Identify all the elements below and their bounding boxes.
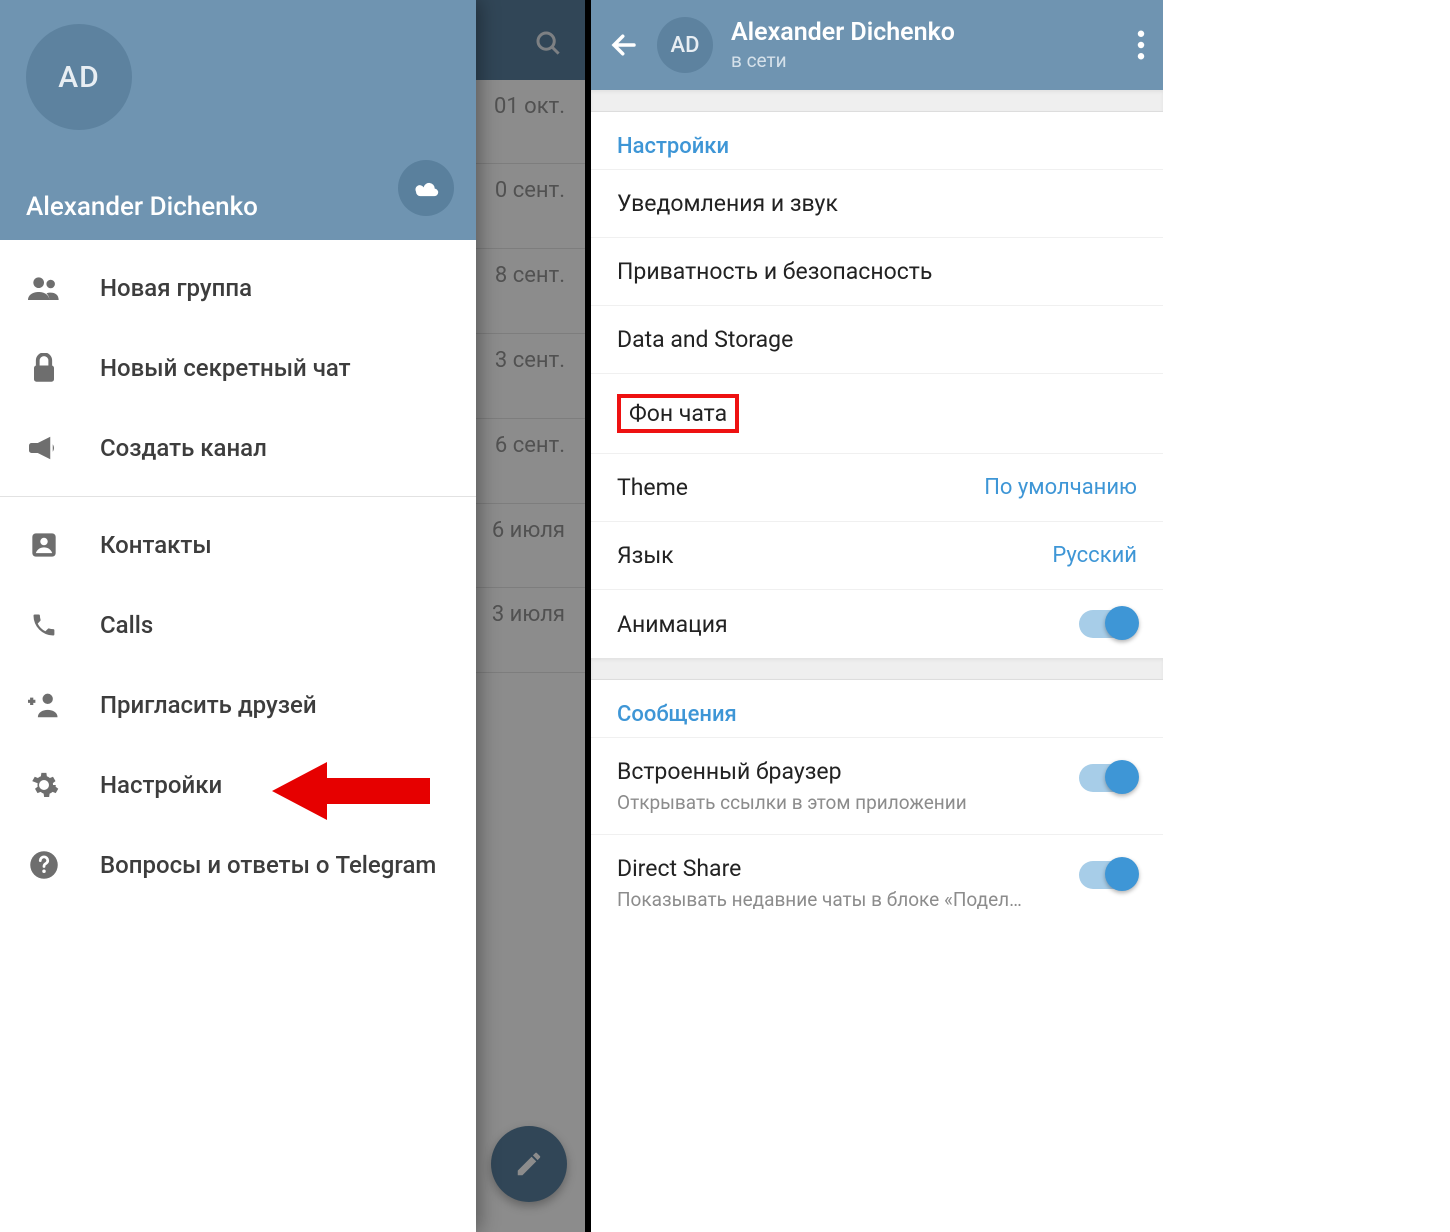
menu-label: Создать канал [100,434,267,462]
row-label: Язык [617,542,674,569]
row-subtext: Открывать ссылки в этом приложении [617,791,1063,814]
annotation-highlight: Фон чата [617,394,739,433]
gear-icon [28,770,60,800]
header-title: Alexander Dichenko [731,18,1119,47]
row-internal-browser[interactable]: Встроенный браузер Открывать ссылки в эт… [591,737,1163,834]
row-animation[interactable]: Анимация [591,589,1163,658]
row-label: Приватность и безопасность [617,258,932,285]
drawer-menu: Новая группа Новый секретный чат Создать… [0,240,476,1232]
section-title: Настройки [591,112,1163,169]
more-menu-button[interactable] [1137,30,1145,60]
menu-new-secret-chat[interactable]: Новый секретный чат [0,328,476,408]
row-value: По умолчанию [984,475,1137,500]
section-gap [591,90,1163,112]
row-data-storage[interactable]: Data and Storage [591,305,1163,373]
megaphone-icon [28,435,60,461]
menu-label: Контакты [100,531,212,559]
help-icon [28,850,60,880]
saved-messages-button[interactable] [398,160,454,216]
menu-contacts[interactable]: Контакты [0,505,476,585]
menu-settings[interactable]: Настройки [0,745,476,825]
row-notifications[interactable]: Уведомления и звук [591,169,1163,237]
avatar[interactable]: AD [26,24,132,130]
add-person-icon [28,692,60,718]
row-direct-share[interactable]: Direct Share Показывать недавние чаты в … [591,834,1163,931]
phone-icon [28,611,60,639]
toggle-switch[interactable] [1079,861,1137,889]
settings-header: AD Alexander Dichenko в сети [591,0,1163,90]
row-chat-background[interactable]: Фон чата [591,373,1163,453]
section-gap [591,658,1163,680]
menu-label: Вопросы и ответы о Telegram [100,851,436,879]
row-label: Уведомления и звук [617,190,838,217]
menu-label: Новая группа [100,274,252,302]
menu-invite-friends[interactable]: Пригласить друзей [0,665,476,745]
menu-faq[interactable]: Вопросы и ответы о Telegram [0,825,476,905]
left-panel: 01 окт. 0 сент. л… 8 сент. An… 3 сент. -… [0,0,591,1232]
section-settings: Настройки Уведомления и звук Приватность… [591,112,1163,658]
navigation-drawer: AD Alexander Dichenko Новая группа [0,0,476,1232]
arrow-left-icon [609,30,639,60]
menu-label: Новый секретный чат [100,354,351,382]
lock-icon [28,353,60,383]
row-label: Theme [617,474,688,501]
avatar-initials: AD [58,60,99,95]
menu-label: Пригласить друзей [100,691,317,719]
menu-calls[interactable]: Calls [0,585,476,665]
drawer-header: AD Alexander Dichenko [0,0,476,240]
row-privacy[interactable]: Приватность и безопасность [591,237,1163,305]
row-value: Русский [1052,543,1137,568]
section-messages: Сообщения Встроенный браузер Открывать с… [591,680,1163,931]
drawer-user-name: Alexander Dichenko [26,192,450,222]
header-title-box: Alexander Dichenko в сети [731,18,1119,72]
settings-screen: AD Alexander Dichenko в сети Настройки У… [591,0,1163,1232]
toggle-switch[interactable] [1079,610,1137,638]
toggle-switch[interactable] [1079,764,1137,792]
header-subtitle: в сети [731,49,1119,72]
row-subtext: Показывать недавние чаты в блоке «Подел… [617,888,1063,911]
group-icon [28,276,60,300]
menu-new-group[interactable]: Новая группа [0,248,476,328]
row-label: Data and Storage [617,326,793,353]
row-label: Фон чата [629,400,727,427]
cloud-icon [411,177,441,199]
row-label: Direct Share [617,855,1063,882]
avatar[interactable]: AD [657,17,713,73]
section-title: Сообщения [591,680,1163,737]
divider [0,496,476,497]
back-button[interactable] [609,30,639,60]
menu-label: Calls [100,611,153,639]
row-label: Анимация [617,611,728,638]
more-vertical-icon [1137,30,1145,60]
row-language[interactable]: Язык Русский [591,521,1163,589]
avatar-initials: AD [671,33,700,58]
row-theme[interactable]: Theme По умолчанию [591,453,1163,521]
menu-create-channel[interactable]: Создать канал [0,408,476,488]
contact-icon [28,531,60,559]
row-label: Встроенный браузер [617,758,1063,785]
menu-label: Настройки [100,771,222,799]
